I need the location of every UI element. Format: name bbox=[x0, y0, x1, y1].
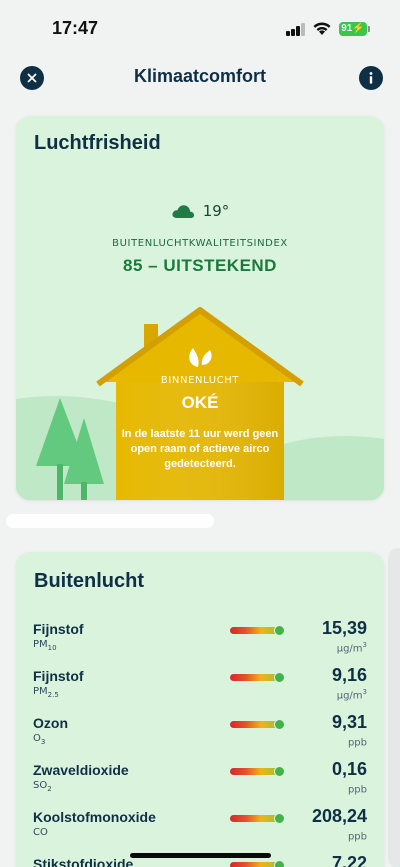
unit-base: ppb bbox=[347, 831, 367, 843]
info-icon bbox=[369, 72, 373, 84]
pollutant-unit: ppb bbox=[348, 735, 367, 748]
pollutant-row[interactable]: Ozon O3 9,31 ppb bbox=[16, 712, 384, 759]
battery-level: 91 bbox=[341, 23, 353, 34]
cellular-signal-icon bbox=[286, 22, 306, 36]
air-quality-index-label: BUITENLUCHTKWALITEITSINDEX bbox=[112, 238, 288, 249]
gauge-indicator bbox=[273, 766, 285, 777]
air-quality-index-value: 85 – UITSTEKEND bbox=[123, 256, 277, 275]
outdoor-air-card[interactable]: Buitenlucht Fijnstof PM10 15,39 µg/m3 Fijnst… bbox=[16, 552, 384, 867]
unit-superscript: 3 bbox=[362, 688, 367, 696]
unit-superscript: 3 bbox=[362, 641, 367, 649]
pollutant-row[interactable]: Zwaveldioxide SO2 0,16 ppb bbox=[16, 759, 384, 806]
formula-base: PM bbox=[33, 639, 48, 650]
pollutant-row[interactable]: Koolstofmonoxide CO 208,24 ppb bbox=[16, 806, 384, 853]
unit-base: ppb bbox=[347, 784, 367, 796]
gauge-indicator bbox=[273, 860, 285, 867]
pollutant-unit: µg/m3 bbox=[337, 688, 367, 701]
unit-base: ppb bbox=[347, 737, 367, 749]
cloud-icon bbox=[172, 204, 194, 218]
top-navigation-bar: Klimaatcomfort bbox=[0, 56, 400, 100]
pollutant-formula: CO bbox=[33, 827, 48, 840]
formula-subscript: 10 bbox=[47, 644, 57, 652]
pollutant-value: 0,16 bbox=[331, 759, 367, 779]
quality-gauge bbox=[230, 625, 290, 636]
indoor-air-message: In de laatste 11 uur werd geen open raam… bbox=[121, 428, 279, 470]
status-time: 17:47 bbox=[52, 18, 99, 38]
air-freshness-card[interactable]: Luchtfrisheid 19° BUITENLUCHTKWALITEITSI… bbox=[16, 116, 384, 500]
indoor-air-label: BINNENLUCHT bbox=[160, 375, 240, 386]
pollutant-name: Stikstofdioxide bbox=[33, 856, 134, 867]
formula-base: CO bbox=[33, 827, 48, 838]
pollutant-name: Fijnstof bbox=[33, 668, 84, 684]
gauge-indicator bbox=[273, 719, 285, 730]
pollutant-row[interactable]: Fijnstof PM2.5 9,16 µg/m3 bbox=[16, 665, 384, 712]
pollutant-unit: ppb bbox=[348, 829, 367, 842]
pollutant-formula: PM10 bbox=[33, 639, 57, 652]
pollutant-value: 208,24 bbox=[311, 806, 367, 826]
redacted-area bbox=[6, 514, 214, 528]
wifi-icon bbox=[313, 22, 331, 35]
pollutant-value: 9,31 bbox=[331, 712, 367, 732]
pollutant-name: Fijnstof bbox=[33, 621, 84, 637]
pollutant-value: 9,16 bbox=[331, 665, 367, 685]
unit-base: µg/m bbox=[336, 643, 363, 655]
weather-summary: 19° bbox=[16, 202, 384, 220]
home-indicator[interactable] bbox=[130, 853, 271, 858]
pollutant-unit: ppb bbox=[348, 782, 367, 795]
quality-gauge bbox=[230, 672, 290, 683]
charging-bolt-icon: ⚡ bbox=[352, 23, 365, 34]
formula-subscript: 2 bbox=[47, 785, 52, 793]
gauge-indicator bbox=[273, 672, 285, 683]
quality-gauge bbox=[230, 719, 290, 730]
outdoor-air-title: Buitenlucht bbox=[34, 570, 144, 592]
formula-subscript: 3 bbox=[40, 738, 46, 746]
pollutant-name: Ozon bbox=[33, 715, 68, 731]
pollutant-value: 15,39 bbox=[321, 618, 367, 638]
battery-tip bbox=[368, 26, 370, 32]
indoor-air-status: OKÉ bbox=[181, 393, 219, 412]
page-title: Klimaatcomfort bbox=[133, 66, 267, 86]
pollutant-value: 7,22 bbox=[331, 853, 367, 867]
pollutant-formula: O3 bbox=[33, 733, 45, 746]
next-card-peek[interactable] bbox=[388, 548, 400, 867]
formula-base: O bbox=[33, 733, 41, 744]
quality-gauge bbox=[230, 860, 290, 867]
battery-indicator: 91⚡ bbox=[339, 22, 367, 36]
air-freshness-title: Luchtfrisheid bbox=[34, 132, 161, 154]
pollutant-name: Zwaveldioxide bbox=[33, 762, 129, 778]
gauge-indicator bbox=[273, 625, 285, 636]
status-bar: 17:47 91⚡ bbox=[0, 0, 400, 56]
quality-gauge bbox=[230, 813, 290, 824]
pollutant-formula: SO2 bbox=[33, 780, 52, 793]
formula-subscript: 2.5 bbox=[47, 691, 59, 699]
formula-base: SO bbox=[33, 780, 48, 791]
outdoor-temperature: 19° bbox=[202, 202, 230, 220]
pollutant-formula: PM2.5 bbox=[33, 686, 59, 699]
quality-gauge bbox=[230, 766, 290, 777]
info-button[interactable] bbox=[359, 66, 383, 90]
unit-base: µg/m bbox=[336, 690, 363, 702]
formula-base: PM bbox=[33, 686, 48, 697]
pollutant-list: Fijnstof PM10 15,39 µg/m3 Fijnstof PM2.5 9,16 µ… bbox=[16, 618, 384, 867]
pollutant-name: Koolstofmonoxide bbox=[33, 809, 156, 825]
pollutant-row[interactable]: Fijnstof PM10 15,39 µg/m3 bbox=[16, 618, 384, 665]
gauge-indicator bbox=[273, 813, 285, 824]
pollutant-unit: µg/m3 bbox=[337, 641, 367, 654]
